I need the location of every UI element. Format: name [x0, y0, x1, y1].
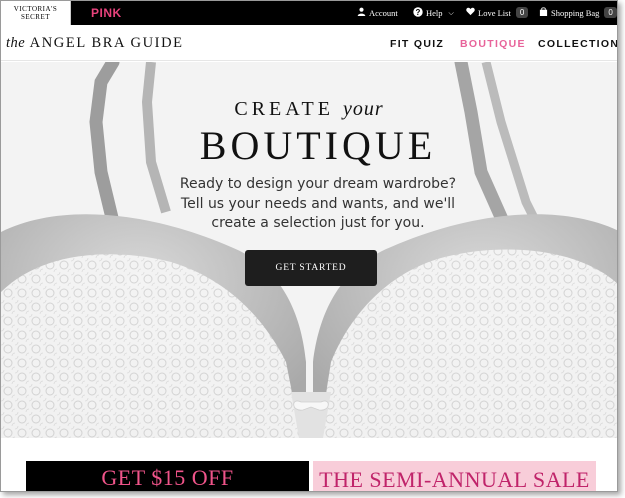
chevron-down-icon: ⌵ [448, 8, 454, 17]
help-label: Help [426, 8, 443, 18]
get-started-button[interactable]: GET STARTED [245, 250, 377, 286]
shopping-bag-label: Shopping Bag [551, 7, 600, 18]
top-bar: VICTORIA'S SECRET PINK Account ? Help ⌵ … [1, 1, 617, 25]
guide-title-prefix: the [6, 35, 26, 51]
help-icon: ? [413, 7, 423, 19]
promo-right-text: THE SEMI-ANNUAL SALE [319, 467, 590, 492]
hero-text-line-3: create a selection just for you. [211, 215, 425, 231]
love-list-link[interactable]: Love List 0 [466, 7, 529, 18]
hero-text-line-1: Ready to design your dream wardrobe? [179, 176, 457, 192]
help-menu[interactable]: ? Help ⌵ [413, 7, 454, 19]
angel-bra-guide-nav: the ANGEL BRA GUIDE FIT QUIZ BOUTIQUE CO… [1, 25, 617, 61]
svg-text:?: ? [416, 8, 421, 17]
logo-line-2: SECRET [20, 13, 51, 21]
hero-description: Ready to design your dream wardrobe? Tel… [1, 175, 617, 234]
shopping-bag-link[interactable]: Shopping Bag 0 [539, 7, 617, 18]
account-label: Account [369, 7, 398, 18]
heading-create-word: CREATE [234, 98, 334, 120]
angel-bra-guide-title[interactable]: the ANGEL BRA GUIDE [6, 35, 184, 52]
love-list-label: Love List [478, 7, 511, 18]
shopping-bag-icon [539, 7, 548, 18]
promo-left-text: GET $15 OFF [101, 465, 234, 490]
nav-collections[interactable]: COLLECTIONS [538, 38, 617, 50]
browser-frame: VICTORIA'S SECRET PINK Account ? Help ⌵ … [0, 0, 618, 492]
nav-boutique[interactable]: BOUTIQUE [460, 38, 526, 50]
user-icon [357, 7, 366, 18]
hero-text-line-2: Tell us your needs and wants, and we'll [180, 195, 456, 212]
heading-your-word: your [342, 98, 384, 120]
victorias-secret-logo[interactable]: VICTORIA'S SECRET [1, 1, 71, 25]
nav-fit-quiz[interactable]: FIT QUIZ [390, 38, 444, 50]
logo-line-1: VICTORIA'S [13, 5, 58, 13]
hero-banner: CREATE your BOUTIQUE Ready to design you… [1, 62, 617, 438]
guide-title-main: ANGEL BRA GUIDE [29, 35, 184, 51]
hero-heading-create: CREATE your [1, 98, 617, 121]
hero-heading-boutique: BOUTIQUE [199, 123, 437, 168]
account-link[interactable]: Account [357, 7, 398, 18]
shopping-bag-count-badge: 0 [604, 7, 617, 18]
pink-link[interactable]: PINK [91, 6, 122, 20]
promo-get-15-off[interactable]: GET $15 OFF [26, 461, 309, 491]
love-list-count-badge: 0 [515, 7, 529, 18]
promo-semi-annual-sale[interactable]: THE SEMI-ANNUAL SALE [313, 461, 596, 492]
heart-icon [466, 7, 475, 18]
